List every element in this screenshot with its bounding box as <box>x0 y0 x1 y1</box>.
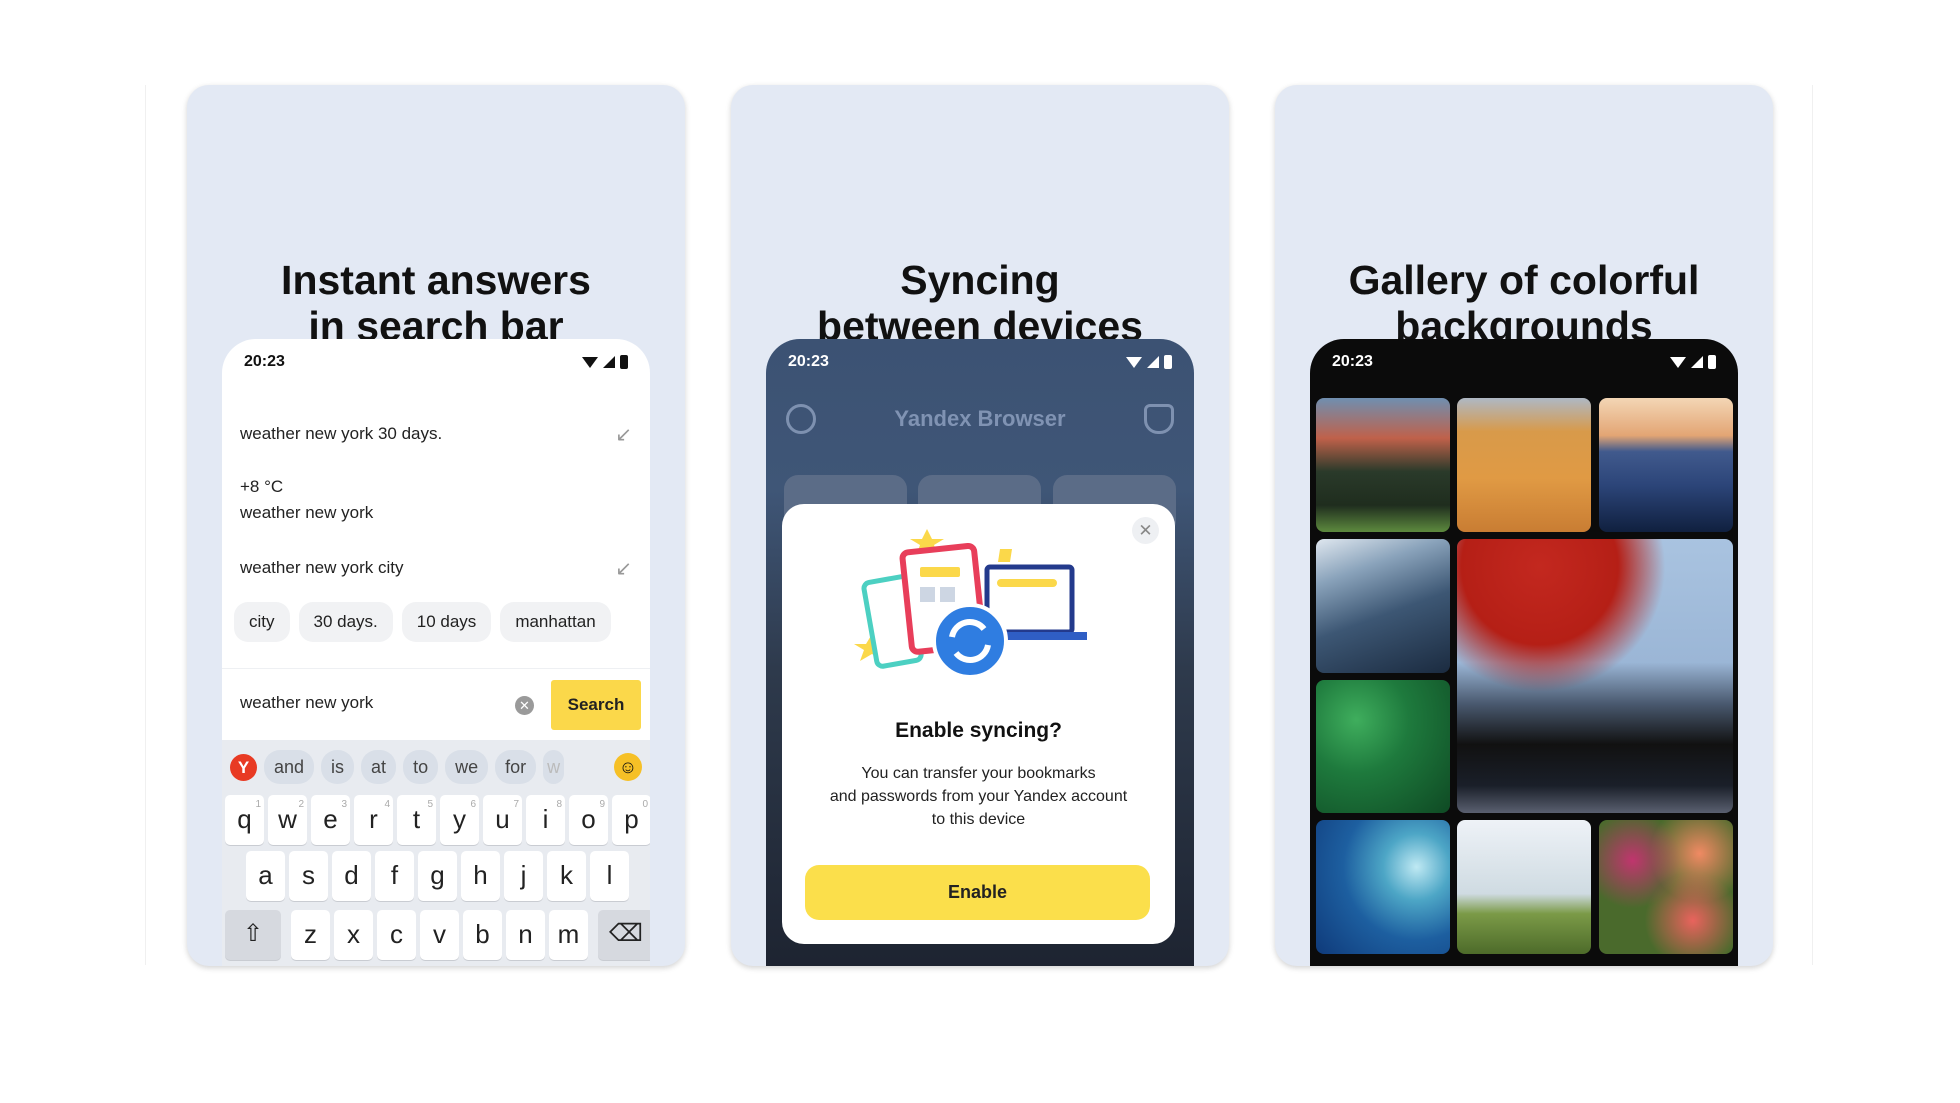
signal-icon <box>603 356 615 368</box>
weather-answer[interactable]: +8 °C weather new york <box>240 477 632 523</box>
search-button[interactable]: Search <box>551 680 641 730</box>
word-suggestion[interactable]: is <box>321 750 355 784</box>
key[interactable]: x <box>334 910 373 960</box>
signal-icon <box>1691 356 1703 368</box>
key[interactable]: a <box>246 851 285 901</box>
key[interactable]: i8 <box>526 795 565 845</box>
word-suggestion[interactable]: at <box>361 750 397 784</box>
word-suggestion[interactable]: for <box>495 750 537 784</box>
status-time: 20:23 <box>1332 353 1373 370</box>
word-suggestion[interactable]: w <box>543 750 565 784</box>
suggestion-item[interactable]: weather new york city ↙ <box>240 556 632 581</box>
background-thumbnail-leaves[interactable] <box>1316 680 1450 813</box>
key[interactable]: p0 <box>612 795 650 845</box>
card-instant-answers: Instant answers in search bar 20:23 weath… <box>187 85 685 966</box>
battery-icon <box>620 355 628 369</box>
incognito-mask-icon[interactable] <box>1144 404 1174 434</box>
enable-button[interactable]: Enable <box>805 865 1150 920</box>
key[interactable]: t5 <box>397 795 436 845</box>
key[interactable]: u7 <box>483 795 522 845</box>
dialog-text: You can transfer your bookmarks and passw… <box>829 765 1128 828</box>
suggestion-item[interactable]: weather new york 30 days. ↙ <box>240 422 632 447</box>
key[interactable]: f <box>375 851 414 901</box>
battery-icon <box>1164 355 1172 369</box>
key[interactable]: s <box>289 851 328 901</box>
devices-sync-illustration <box>854 529 1087 679</box>
phone-search: 20:23 weather new york 30 days. ↙ +8 °C we… <box>222 339 650 966</box>
yandex-logo-icon[interactable]: Y <box>230 753 257 781</box>
word-suggestion[interactable]: and <box>264 750 315 784</box>
background-thumbnail-ice[interactable] <box>1316 539 1450 673</box>
status-time: 20:23 <box>788 353 829 370</box>
card-syncing: Syncing between devices 20:23 Yandex Brow… <box>731 85 1229 966</box>
key[interactable]: g <box>418 851 457 901</box>
app-title: Yandex Browser <box>894 406 1066 431</box>
background-thumbnail-desert[interactable] <box>1457 398 1591 532</box>
status-time: 20:23 <box>244 353 285 370</box>
key[interactable]: v <box>420 910 459 960</box>
clear-icon[interactable]: ✕ <box>515 696 534 715</box>
key[interactable]: n <box>506 910 545 960</box>
key[interactable]: y6 <box>440 795 479 845</box>
key[interactable]: l <box>590 851 629 901</box>
close-icon[interactable]: ✕ <box>1132 517 1159 544</box>
phone-sync: 20:23 Yandex Browser ✕ Enable syncing? Y… <box>766 339 1194 966</box>
word-suggestion[interactable]: to <box>403 750 439 784</box>
backspace-key-icon[interactable]: ⌫ <box>598 910 650 960</box>
chip[interactable]: manhattan <box>500 602 611 642</box>
key[interactable]: m <box>549 910 588 960</box>
key[interactable]: h <box>461 851 500 901</box>
chip[interactable]: city <box>234 602 290 642</box>
battery-icon <box>1708 355 1716 369</box>
key[interactable]: k <box>547 851 586 901</box>
key[interactable]: z <box>291 910 330 960</box>
word-suggestion[interactable]: we <box>445 750 489 784</box>
key[interactable]: j <box>504 851 543 901</box>
background-thumbnail-misty-hills[interactable] <box>1599 398 1733 532</box>
arrow-insert-icon[interactable]: ↙ <box>615 422 632 447</box>
card-title: Instant answers in search bar <box>281 257 591 349</box>
key[interactable]: e3 <box>311 795 350 845</box>
card-title: Gallery of colorful backgrounds <box>1348 257 1700 349</box>
key[interactable]: o9 <box>569 795 608 845</box>
background-thumbnail-tulips[interactable] <box>1599 820 1733 954</box>
wifi-icon <box>582 356 598 368</box>
background-thumbnail-mountains[interactable] <box>1316 398 1450 532</box>
phone-gallery: 20:23 <box>1310 339 1738 966</box>
key[interactable]: q1 <box>225 795 264 845</box>
sync-dialog: ✕ Enable syncing? You can transfer your … <box>782 504 1175 944</box>
wifi-icon <box>1670 356 1686 368</box>
dialog-title: Enable syncing? <box>895 719 1062 742</box>
profile-icon[interactable] <box>786 404 816 434</box>
chip[interactable]: 10 days <box>401 602 492 642</box>
background-thumbnail-mount-fuji[interactable] <box>1457 539 1733 813</box>
shift-key-icon[interactable]: ⇧ <box>225 910 281 960</box>
status-bar: 20:23 <box>788 349 1172 375</box>
key[interactable]: d <box>332 851 371 901</box>
wifi-icon <box>1126 356 1142 368</box>
key[interactable]: w2 <box>268 795 307 845</box>
key[interactable]: c <box>377 910 416 960</box>
search-bar: weather new york ✕ Search <box>222 668 650 740</box>
background-thumbnail-forest[interactable] <box>1457 820 1591 954</box>
chip[interactable]: 30 days. <box>298 602 393 642</box>
keyboard: Y and is at to we for w ☺ q1w2e3r4t5y6u7… <box>222 740 650 966</box>
signal-icon <box>1147 356 1159 368</box>
emoji-icon[interactable]: ☺ <box>614 753 642 781</box>
page-edge <box>1812 85 1813 965</box>
page-edge <box>145 85 146 965</box>
status-bar: 20:23 <box>244 349 628 375</box>
background-thumbnail-wave[interactable] <box>1316 820 1450 954</box>
card-title: Syncing between devices <box>817 257 1143 349</box>
search-input[interactable]: weather new york <box>240 693 373 713</box>
status-bar: 20:23 <box>1332 349 1716 375</box>
card-gallery: Gallery of colorful backgrounds 20:23 <box>1275 85 1773 966</box>
key[interactable]: r4 <box>354 795 393 845</box>
arrow-insert-icon[interactable]: ↙ <box>615 556 632 581</box>
key[interactable]: b <box>463 910 502 960</box>
